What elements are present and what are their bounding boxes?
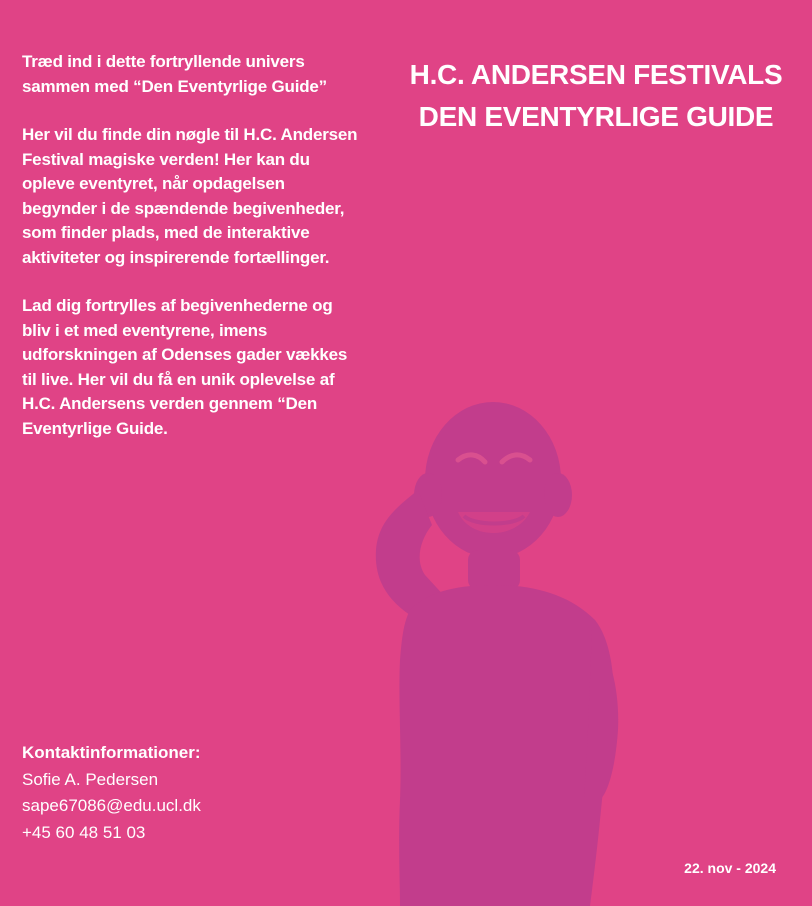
- contact-heading: Kontaktinformationer:: [22, 743, 201, 762]
- laughing-child-silhouette: [375, 402, 619, 906]
- contact-phone[interactable]: +45 60 48 51 03: [22, 820, 342, 847]
- intro-paragraph-1: Træd ind i dette fortryllende univers sa…: [22, 52, 327, 96]
- contact-info: Kontaktinformationer: Sofie A. Pedersen …: [22, 740, 342, 846]
- contact-email[interactable]: sape67086@edu.ucl.dk: [22, 793, 342, 820]
- brochure-page: Træd ind i dette fortryllende univers sa…: [0, 0, 812, 906]
- title-line-2: DEN EVENTYRLIGE GUIDE: [418, 101, 774, 132]
- title-line-1: H.C. ANDERSEN FESTIVALS: [409, 59, 783, 90]
- intro-paragraph-2: Her vil du finde din nøgle til H.C. Ande…: [22, 125, 358, 267]
- intro-paragraph-3: Lad dig fortrylles af begivenhederne og …: [22, 296, 348, 438]
- page-title: H.C. ANDERSEN FESTIVALS DEN EVENTYRLIGE …: [392, 54, 800, 138]
- contact-name: Sofie A. Pedersen: [22, 769, 159, 789]
- date-label: 22. nov - 2024: [684, 860, 776, 876]
- intro-text: Træd ind i dette fortryllende univers sa…: [22, 50, 362, 465]
